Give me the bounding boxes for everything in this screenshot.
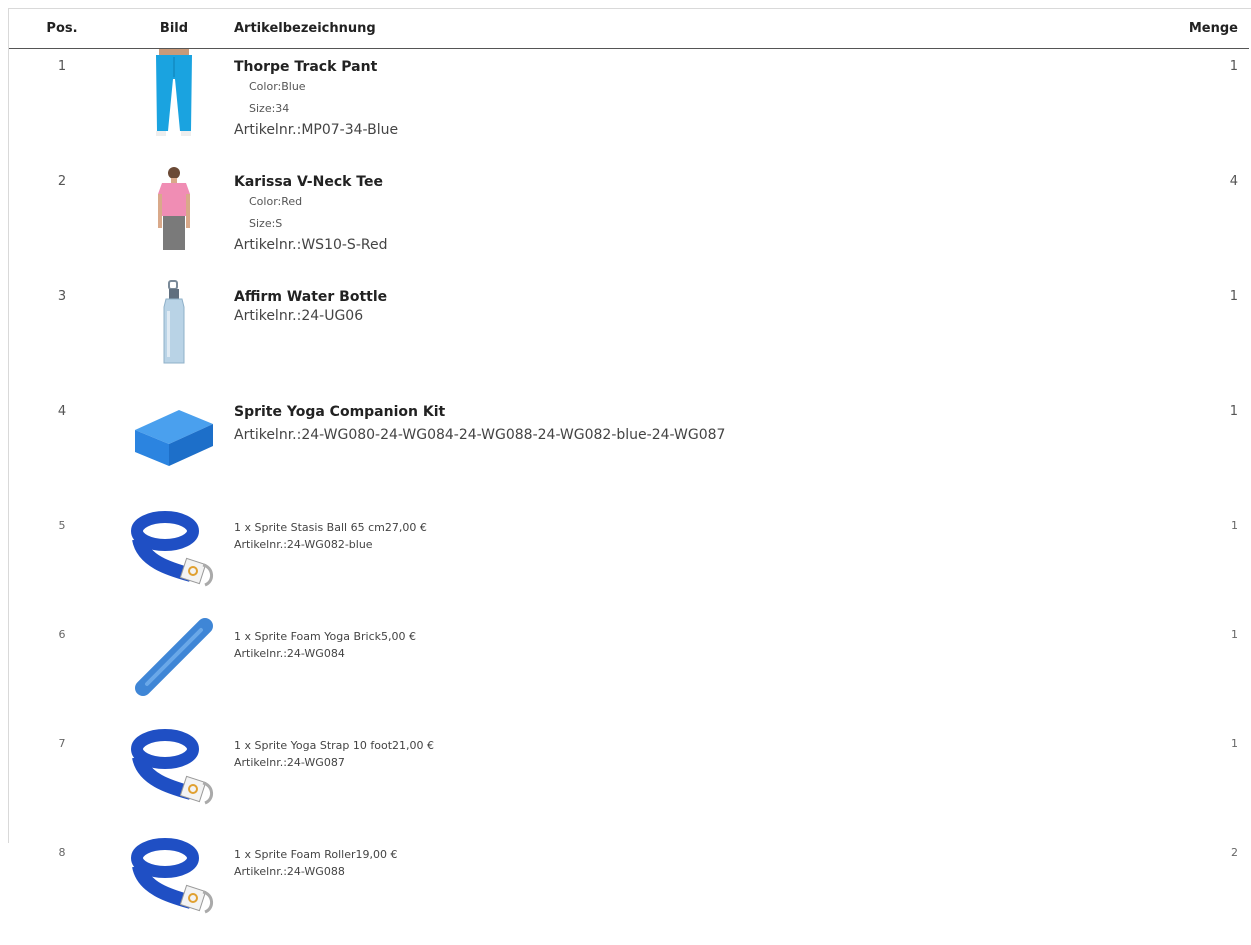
tee-icon: [158, 167, 190, 250]
product-image: [115, 727, 233, 836]
bundle-item-sku: Artikelnr.:24-WG087: [234, 756, 345, 769]
bundle-item-name: 1 x Sprite Yoga Strap 10 foot: [234, 739, 393, 752]
product-image: [115, 279, 233, 394]
item-description: Affirm Water Bottle Artikelnr.:24-UG06: [233, 279, 1138, 394]
yoga-strap-icon: [131, 511, 213, 587]
product-option-size: Size:S: [249, 217, 283, 230]
product-name: Sprite Yoga Companion Kit: [234, 404, 446, 420]
bundle-item-name: 1 x Sprite Foam Roller: [234, 848, 356, 861]
row-quantity: 1: [1229, 404, 1238, 419]
product-sku: Artikelnr.:WS10-S-Red: [234, 237, 388, 253]
product-image: [115, 164, 233, 279]
item-description: Thorpe Track Pant Color:Blue Size:34 Art…: [233, 49, 1138, 165]
bundle-item-line: 1 x Sprite Foam Roller19,00 €: [234, 846, 1138, 863]
row-quantity: 1: [1231, 519, 1238, 532]
row-pos: 6: [58, 628, 66, 641]
bundle-item-sku: Artikelnr.:24-WG082-blue: [234, 538, 373, 551]
item-description: 1 x Sprite Foam Yoga Brick5,00 € Artikel…: [233, 618, 1138, 727]
row-pos: 7: [58, 737, 66, 750]
table-header-row: Pos. Bild Artikelbezeichnung Menge: [9, 9, 1249, 49]
header-image: Bild: [115, 9, 233, 49]
header-description: Artikelbezeichnung: [233, 9, 1138, 49]
row-quantity: 1: [1229, 289, 1238, 304]
bundle-item-line: 1 x Sprite Yoga Strap 10 foot21,00 €: [234, 737, 1138, 754]
header-pos: Pos.: [9, 9, 115, 49]
product-option-color: Color:Red: [249, 195, 303, 208]
bundle-item-price: 19,00 €: [355, 848, 398, 861]
yoga-strap-icon: [131, 838, 213, 914]
product-sku: Artikelnr.:MP07-34-Blue: [234, 122, 399, 138]
row-quantity: 1: [1231, 628, 1238, 641]
row-pos: 8: [58, 846, 66, 859]
product-image: [115, 394, 233, 509]
table-row: 3 Affirm Water Bottle Artikelnr.:24-UG06…: [9, 279, 1249, 394]
table-row: 8 1 x Sprite Foam Roller19,00 € Artikeln…: [9, 836, 1249, 945]
row-quantity: 2: [1231, 846, 1238, 859]
product-image: [115, 618, 233, 727]
item-description: 1 x Sprite Yoga Strap 10 foot21,00 € Art…: [233, 727, 1138, 836]
table-row: 1 Thorpe Track Pant Color:Blue Size:34 A…: [9, 49, 1249, 165]
bundle-item-name: 1 x Sprite Stasis Ball 65 cm: [234, 521, 385, 534]
row-quantity: 1: [1229, 59, 1238, 74]
table-row: 4 Sprite Yoga Companion Kit Artikelnr.:2…: [9, 394, 1249, 509]
row-quantity: 4: [1229, 174, 1238, 189]
row-quantity: 1: [1231, 737, 1238, 750]
bundle-item-price: 21,00 €: [392, 739, 435, 752]
bundle-item-price: 5,00 €: [381, 630, 416, 643]
product-name: Affirm Water Bottle: [234, 289, 388, 305]
order-items-table: Pos. Bild Artikelbezeichnung Menge 1 Tho…: [9, 9, 1249, 945]
bundle-item-price: 27,00 €: [384, 521, 427, 534]
item-description: Karissa V-Neck Tee Color:Red Size:S Arti…: [233, 164, 1138, 279]
header-quantity: Menge: [1138, 9, 1249, 49]
yoga-brick-icon: [135, 410, 213, 466]
bundle-item-line: 1 x Sprite Stasis Ball 65 cm27,00 €: [234, 519, 1138, 536]
row-pos: 5: [58, 519, 66, 532]
row-pos: 3: [57, 289, 67, 304]
product-sku: Artikelnr.:24-UG06: [234, 308, 364, 324]
product-sku: Artikelnr.:24-WG080-24-WG084-24-WG088-24…: [234, 427, 726, 443]
bundle-item-name: 1 x Sprite Foam Yoga Brick: [234, 630, 381, 643]
item-description: Sprite Yoga Companion Kit Artikelnr.:24-…: [233, 394, 1138, 509]
product-option-color: Color:Blue: [249, 80, 306, 93]
yoga-strap-icon: [131, 729, 213, 805]
table-row: 6 1 x Sprite Foam Yoga Brick5,00 € Artik…: [9, 618, 1249, 727]
bundle-item-sku: Artikelnr.:24-WG088: [234, 865, 345, 878]
row-pos: 4: [57, 404, 67, 419]
product-name: Thorpe Track Pant: [234, 59, 378, 75]
table-row: 2 Karissa V-Neck Tee Color:Red Size:S Ar…: [9, 164, 1249, 279]
item-description: 1 x Sprite Stasis Ball 65 cm27,00 € Arti…: [233, 509, 1138, 618]
product-option-size: Size:34: [249, 102, 290, 115]
item-description: 1 x Sprite Foam Roller19,00 € Artikelnr.…: [233, 836, 1138, 945]
water-bottle-icon: [163, 280, 185, 364]
product-image: [115, 836, 233, 945]
table-row: 5 1 x Sprite Stasis Ball 65 cm27,00 € Ar…: [9, 509, 1249, 618]
table-row: 7 1 x Sprite Yoga Strap 10 foot21,00 € A…: [9, 727, 1249, 836]
product-name: Karissa V-Neck Tee: [234, 174, 383, 190]
row-pos: 2: [57, 174, 67, 189]
bundle-item-line: 1 x Sprite Foam Yoga Brick5,00 €: [234, 628, 1138, 645]
row-pos: 1: [57, 59, 67, 74]
foam-roller-icon: [135, 618, 213, 696]
product-image: [115, 49, 233, 165]
bundle-item-sku: Artikelnr.:24-WG084: [234, 647, 345, 660]
track-pant-icon: [156, 49, 192, 136]
product-image: [115, 509, 233, 618]
